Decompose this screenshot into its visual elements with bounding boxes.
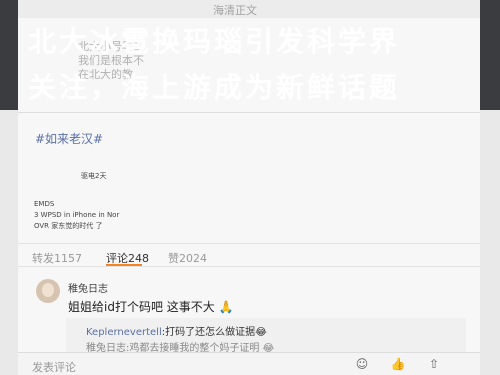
comment-username[interactable]: 稚兔日志: [68, 280, 108, 295]
avatar[interactable]: [36, 279, 60, 303]
card-line: OVR 家东觉的时代 了: [34, 222, 103, 230]
reply-text: :打码了还怎么做证据😂: [161, 327, 267, 338]
card-line: EMDS: [34, 200, 55, 208]
card-line: 3 WPSD in iPhone in Nor: [34, 211, 120, 219]
post-hashtag[interactable]: #如来老汉#: [35, 130, 103, 147]
post-image-card[interactable]: 驱电2天 EMDS 3 WPSD in iPhone in Nor OVR 家东…: [26, 165, 186, 233]
comment-input[interactable]: 发表评论: [32, 359, 76, 375]
bottom-bar: 发表评论 ☺ 👍 ⇧: [18, 352, 480, 375]
thumbs-up-icon[interactable]: 👍: [390, 357, 406, 371]
headline-line-2: 关注，海上游成为新鲜话题: [28, 71, 401, 104]
comment-text: 姐姐给id打个码吧 这事不大 🙏: [68, 300, 234, 314]
tab-like[interactable]: 赞2024: [168, 250, 207, 266]
headline-line-1: 北大冰雹换玛瑙引发科学界: [28, 25, 401, 58]
post-tabs: 转发1157 评论248 赞2024: [18, 244, 480, 266]
divider: [18, 266, 480, 267]
reply-line: Keplernevertell:打码了还怎么做证据😂: [86, 323, 267, 338]
share-icon[interactable]: ⇧: [426, 357, 442, 371]
divider: [18, 112, 480, 113]
reply-username[interactable]: Keplernevertell: [86, 327, 162, 338]
tab-repost[interactable]: 转发1157: [32, 250, 82, 266]
smile-icon[interactable]: ☺: [354, 357, 370, 371]
avatar-face: [42, 283, 54, 297]
headline-banner: 北大冰雹换玛瑙引发科学界 关注，海上游成为新鲜话题: [0, 0, 500, 110]
card-line: 驱电2天: [81, 172, 107, 180]
